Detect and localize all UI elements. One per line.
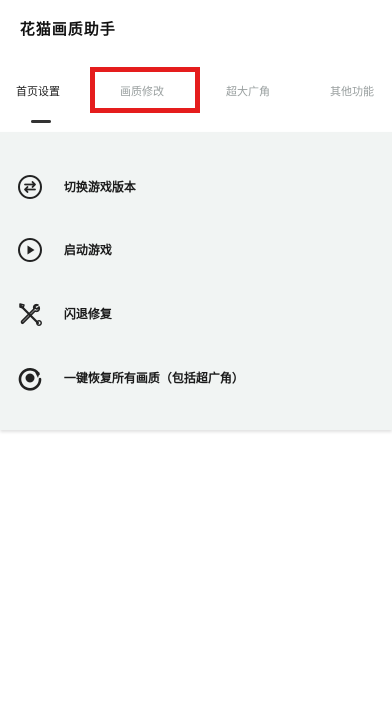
tab-wide-angle[interactable]: 超大广角	[226, 83, 270, 99]
tab-home-settings[interactable]: 首页设置	[16, 83, 60, 99]
swap-icon	[16, 173, 44, 201]
menu-item-crash-fix[interactable]: 闪退修复	[0, 292, 392, 336]
menu-item-label: 切换游戏版本	[64, 180, 137, 194]
menu-item-label: 一键恢复所有画质（包括超广角）	[64, 371, 245, 385]
menu-item-label: 启动游戏	[64, 243, 113, 257]
menu-item-label: 闪退修复	[64, 307, 113, 321]
restore-icon	[16, 364, 44, 392]
settings-panel: 切换游戏版本 启动游戏 闪退修复 一键恢复所有画质（包括超广角）	[0, 132, 392, 430]
highlight-annotation-box	[90, 67, 200, 113]
tab-other-functions[interactable]: 其他功能	[330, 83, 374, 99]
tools-icon	[16, 300, 44, 328]
app-title: 花猫画质助手	[20, 20, 117, 38]
menu-item-launch-game[interactable]: 启动游戏	[0, 228, 392, 272]
menu-item-restore-quality[interactable]: 一键恢复所有画质（包括超广角）	[0, 356, 392, 400]
tab-active-indicator	[31, 120, 51, 123]
play-icon	[16, 236, 44, 264]
menu-item-switch-version[interactable]: 切换游戏版本	[0, 165, 392, 209]
